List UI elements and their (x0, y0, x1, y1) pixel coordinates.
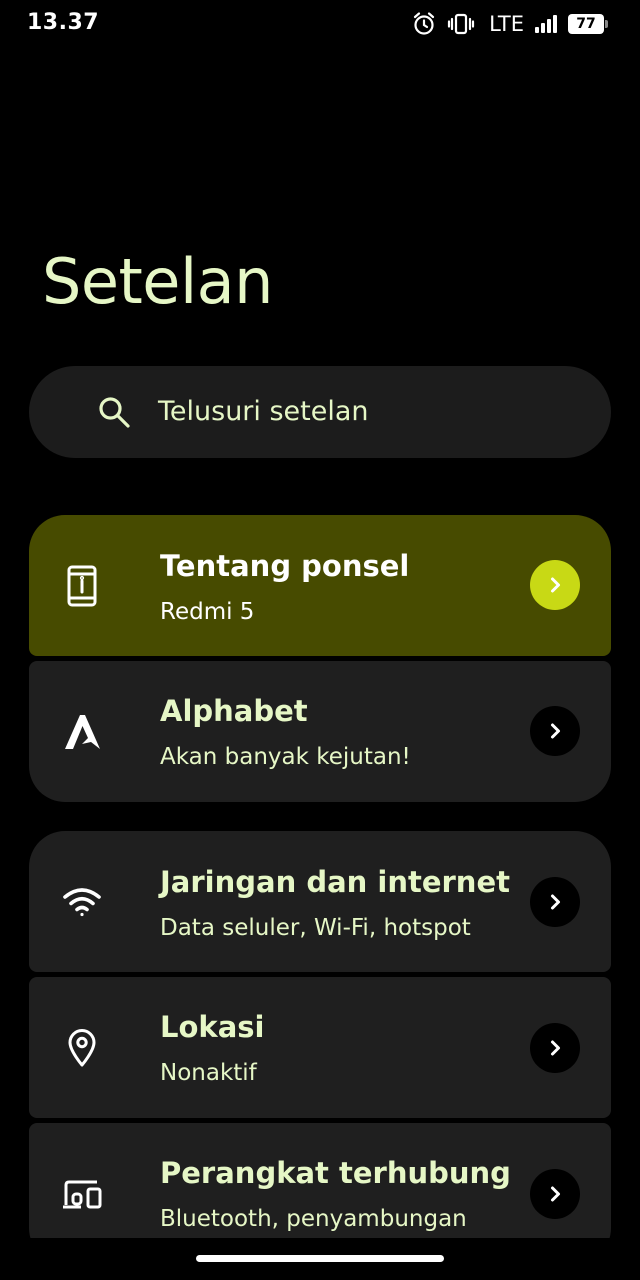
alarm-icon (411, 11, 437, 37)
chevron-right-icon (530, 1023, 580, 1073)
status-bar: 13.37 LTE 77 (0, 0, 640, 50)
chevron-right-icon (530, 560, 580, 610)
settings-item-about-phone[interactable]: Tentang ponsel Redmi 5 (29, 515, 611, 656)
vibrate-icon (447, 12, 475, 36)
settings-item-subtitle: Akan banyak kejutan! (160, 744, 411, 770)
settings-item-title: Lokasi (160, 1010, 265, 1044)
connected-devices-icon (61, 1174, 103, 1216)
battery-level: 77 (576, 16, 596, 32)
chevron-right-icon (530, 1169, 580, 1219)
settings-item-subtitle: Redmi 5 (160, 599, 255, 625)
search-placeholder: Telusuri setelan (158, 396, 369, 427)
alphabet-logo-icon (61, 711, 103, 753)
network-type: LTE (489, 12, 524, 36)
gesture-nav-handle[interactable] (196, 1255, 444, 1262)
location-pin-icon (61, 1027, 103, 1069)
phone-info-icon (61, 565, 103, 607)
chevron-right-icon (530, 877, 580, 927)
settings-item-subtitle: Bluetooth, penyambungan (160, 1206, 467, 1232)
chevron-right-icon (530, 706, 580, 756)
status-icons: LTE 77 (411, 10, 608, 38)
settings-item-subtitle: Nonaktif (160, 1060, 257, 1086)
page-title: Setelan (42, 245, 273, 318)
settings-item-title: Jaringan dan internet (160, 865, 510, 899)
signal-icon (534, 14, 558, 34)
battery-icon: 77 (568, 14, 608, 34)
settings-item-location[interactable]: Lokasi Nonaktif (29, 977, 611, 1118)
settings-item-subtitle: Data seluler, Wi-Fi, hotspot (160, 915, 471, 941)
settings-item-alphabet[interactable]: Alphabet Akan banyak kejutan! (29, 661, 611, 802)
search-bar[interactable]: Telusuri setelan (29, 366, 611, 458)
status-time: 13.37 (27, 10, 100, 35)
settings-screen: 13.37 LTE 77 Setelan Telusuri setelan Te… (0, 0, 640, 1280)
settings-item-title: Tentang ponsel (160, 549, 410, 583)
settings-item-network[interactable]: Jaringan dan internet Data seluler, Wi-F… (29, 831, 611, 972)
wifi-icon (61, 881, 103, 923)
search-icon (97, 395, 131, 429)
settings-item-title: Perangkat terhubung (160, 1156, 511, 1190)
settings-item-title: Alphabet (160, 694, 308, 728)
